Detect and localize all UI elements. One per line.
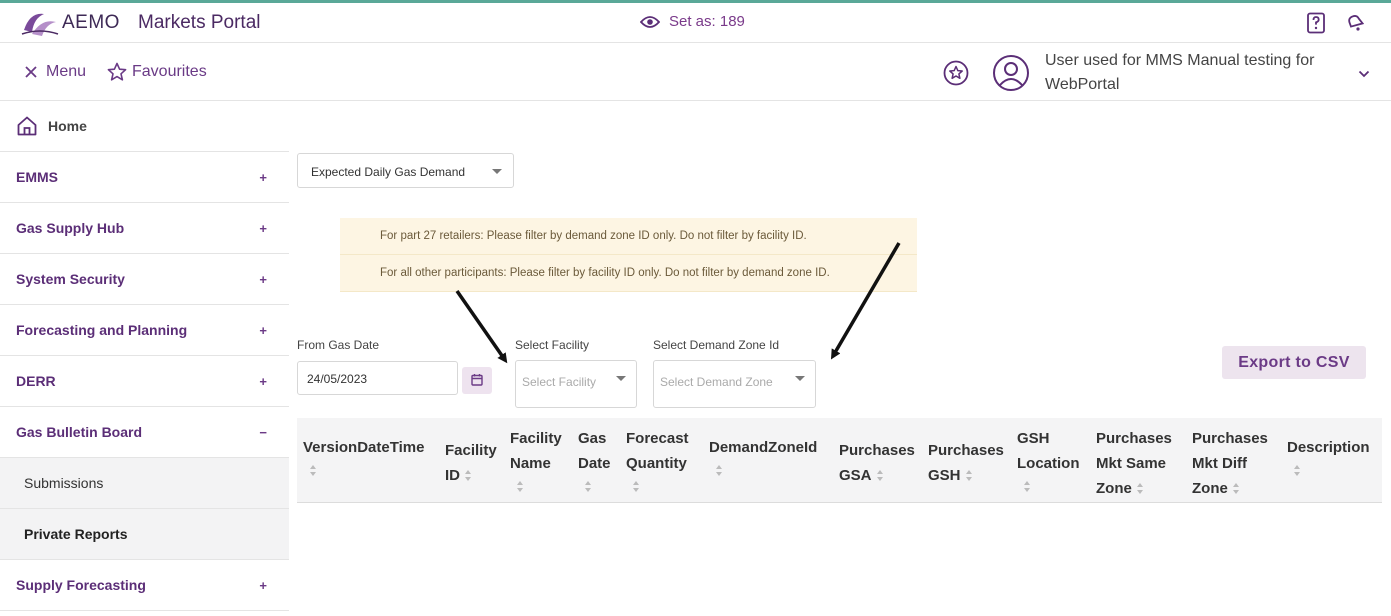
report-type-value: Expected Daily Gas Demand [311, 165, 466, 179]
menu-toggle-button[interactable]: Menu [24, 63, 86, 81]
facility-select[interactable]: Select Facility [515, 360, 637, 408]
expand-icon: + [259, 271, 267, 287]
favourite-page-button[interactable] [943, 60, 969, 91]
expand-icon: + [259, 577, 267, 593]
portal-title: Markets Portal [138, 12, 261, 33]
sort-icon[interactable] [876, 470, 884, 482]
sort-icon[interactable] [1023, 481, 1031, 493]
sort-icon[interactable] [516, 481, 524, 493]
sidebar-item-label: DERR [16, 373, 56, 389]
sort-icon[interactable] [1136, 483, 1144, 495]
eye-icon [640, 15, 660, 28]
sort-icon[interactable] [1232, 483, 1240, 495]
demand-zone-select[interactable]: Select Demand Zone [653, 360, 816, 408]
sidebar-item-label: Submissions [24, 475, 104, 491]
help-button[interactable] [1306, 12, 1326, 39]
avatar[interactable] [992, 54, 1030, 97]
user-menu-toggle[interactable] [1358, 65, 1370, 83]
sort-icon[interactable] [309, 465, 317, 477]
home-icon [17, 116, 37, 136]
column-header-description[interactable]: Description [1287, 435, 1370, 477]
sidebar-item-supply-forecasting[interactable]: Supply Forecasting + [0, 560, 289, 611]
select-demand-zone-label: Select Demand Zone Id [653, 338, 780, 352]
column-header-gas-date[interactable]: Gas Date [578, 426, 611, 493]
export-csv-button[interactable]: Export to CSV [1222, 346, 1366, 379]
set-as-indicator[interactable]: Set as: 189 [640, 13, 745, 30]
sidebar-item-emms[interactable]: EMMS + [0, 152, 289, 203]
column-header-facility-name[interactable]: Facility Name [510, 426, 562, 493]
column-header-demandzoneid[interactable]: DemandZoneId [709, 435, 817, 477]
sidebar-item-system-security[interactable]: System Security + [0, 254, 289, 305]
results-table-header: VersionDateTime Facility ID Facility Nam… [297, 418, 1382, 503]
facility-placeholder: Select Facility [522, 375, 597, 389]
collapse-icon: − [259, 424, 267, 440]
sidebar-item-label: Forecasting and Planning [16, 322, 188, 338]
column-header-purchases-mkt-same-zone[interactable]: Purchases Mkt Same Zone [1096, 426, 1172, 501]
expand-icon: + [259, 322, 267, 338]
sort-icon[interactable] [1293, 465, 1301, 477]
logo-text: AEMO [62, 12, 120, 33]
sidebar-item-gas-supply-hub[interactable]: Gas Supply Hub + [0, 203, 289, 254]
sidebar-item-label: Supply Forecasting [16, 577, 146, 593]
chevron-down-icon [1358, 70, 1370, 78]
select-facility-label: Select Facility [515, 338, 590, 352]
sidebar: Home EMMS + Gas Supply Hub + System Secu… [0, 101, 289, 616]
column-header-versiondatetime[interactable]: VersionDateTime [303, 435, 424, 477]
notice-part27: For part 27 retailers: Please filter by … [340, 218, 917, 255]
caret-down-icon [795, 376, 805, 381]
sub-toolbar: Menu Favourites User used for MMS Manual… [0, 43, 1391, 101]
sidebar-item-label: Home [48, 118, 87, 134]
expand-icon: + [259, 373, 267, 389]
close-icon [25, 66, 37, 78]
menu-label: Menu [46, 63, 87, 80]
sidebar-item-derr[interactable]: DERR + [0, 356, 289, 407]
top-bar: AEMO Markets Portal Set as: 189 [0, 0, 1391, 43]
star-circle-icon [943, 60, 969, 86]
expand-icon: + [259, 220, 267, 236]
sidebar-item-forecasting-and-planning[interactable]: Forecasting and Planning + [0, 305, 289, 356]
from-gas-date-label: From Gas Date [297, 338, 380, 352]
caret-down-icon [616, 376, 626, 381]
sidebar-item-home[interactable]: Home [0, 101, 289, 152]
arrow-to-facility-select [455, 290, 508, 364]
sidebar-subitem-submissions[interactable]: Submissions [0, 458, 289, 509]
caret-down-icon [492, 169, 502, 174]
column-header-purchases-mkt-diff-zone[interactable]: Purchases Mkt Diff Zone [1192, 426, 1268, 501]
sidebar-item-gas-bulletin-board[interactable]: Gas Bulletin Board − [0, 407, 289, 458]
help-icon [1307, 12, 1325, 34]
report-type-select[interactable]: Expected Daily Gas Demand [297, 153, 514, 188]
sidebar-item-label: Gas Supply Hub [16, 220, 125, 236]
set-as-text: Set as: 189 [669, 13, 745, 30]
sidebar-item-label: System Security [16, 271, 125, 287]
column-header-forecast-quantity[interactable]: Forecast Quantity [626, 426, 689, 493]
from-gas-date-input[interactable]: 24/05/2023 [297, 361, 458, 395]
star-icon [107, 62, 127, 81]
sidebar-subitem-private-reports[interactable]: Private Reports [0, 509, 289, 560]
sort-icon[interactable] [965, 470, 973, 482]
calendar-icon [471, 374, 483, 386]
sidebar-item-label: Private Reports [24, 526, 128, 542]
aemo-logo-icon [21, 13, 59, 36]
column-header-purchases-gsa[interactable]: Purchases GSA [839, 438, 915, 488]
favourites-button[interactable]: Favourites [107, 62, 207, 82]
column-header-facility-id[interactable]: Facility ID [445, 438, 497, 488]
notifications-button[interactable] [1346, 14, 1365, 37]
sort-icon[interactable] [464, 470, 472, 482]
aemo-logo[interactable]: AEMO [20, 8, 120, 38]
column-header-gsh-location[interactable]: GSH Location [1017, 426, 1080, 493]
sidebar-item-label: EMMS [16, 169, 58, 185]
sort-icon[interactable] [715, 465, 723, 477]
notice-other-participants: For all other participants: Please filte… [340, 255, 917, 292]
bell-icon [1348, 15, 1365, 31]
demand-zone-placeholder: Select Demand Zone [660, 375, 773, 389]
user-icon [993, 55, 1029, 91]
user-name[interactable]: User used for MMS Manual testing for Web… [1045, 49, 1345, 97]
sort-icon[interactable] [632, 481, 640, 493]
expand-icon: + [259, 169, 267, 185]
sort-icon[interactable] [584, 481, 592, 493]
sidebar-item-label: Gas Bulletin Board [16, 424, 143, 440]
date-picker-button[interactable] [462, 367, 492, 394]
column-header-purchases-gsh[interactable]: Purchases GSH [928, 438, 1004, 488]
favourites-label: Favourites [132, 63, 207, 80]
